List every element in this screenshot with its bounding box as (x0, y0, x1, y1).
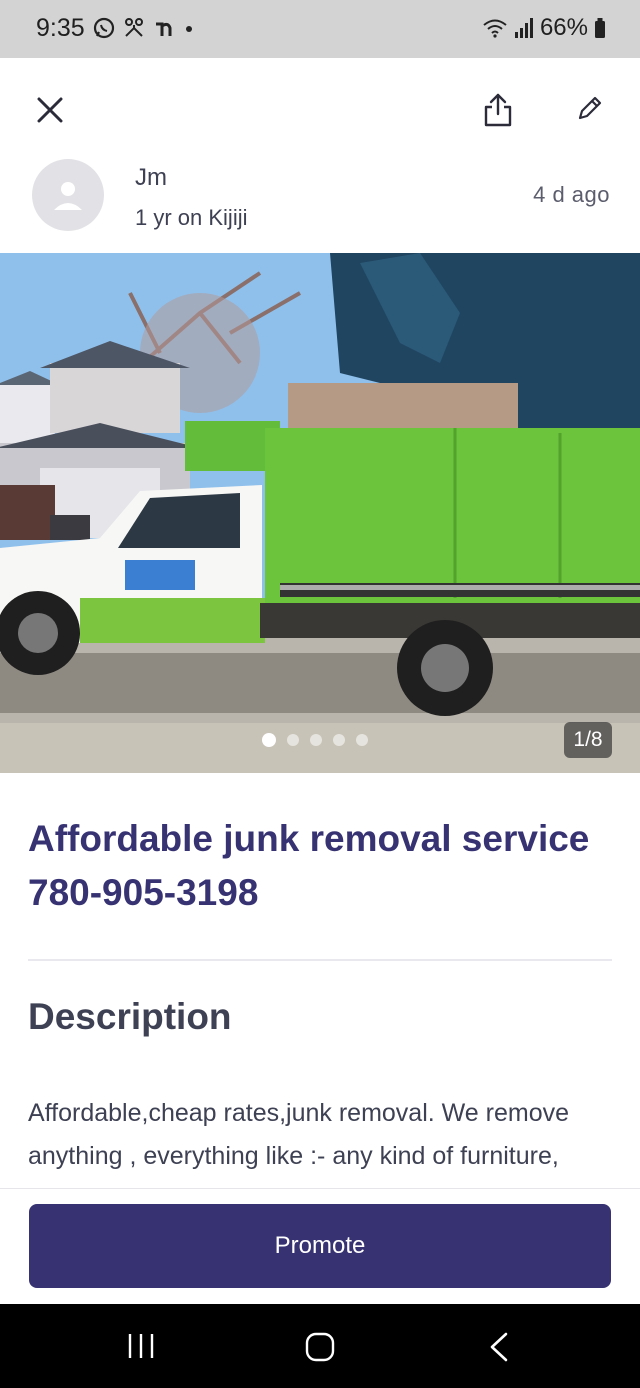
gallery-dots[interactable] (262, 733, 368, 747)
avatar[interactable] (32, 159, 104, 231)
status-icons-left (92, 16, 196, 40)
edit-icon (578, 96, 602, 120)
share-button[interactable] (474, 84, 522, 136)
gallery-dot[interactable] (356, 734, 368, 746)
notification-dot-icon (186, 26, 192, 32)
gallery-dot-active[interactable] (262, 733, 276, 747)
wifi-icon (483, 19, 507, 38)
promote-button[interactable]: Promote (29, 1204, 611, 1288)
app-icon (156, 22, 172, 36)
gallery-dot[interactable] (310, 734, 322, 746)
top-bar (0, 58, 640, 158)
posted-ago: 4 d ago (533, 182, 610, 207)
gallery-counter: 1/8 (564, 722, 612, 758)
whatsapp-icon (93, 17, 115, 39)
signal-icon (514, 18, 533, 38)
close-icon (37, 97, 63, 123)
seller-name[interactable]: Jm (135, 164, 167, 192)
listing-photo[interactable] (0, 253, 640, 773)
seller-row[interactable]: Jm 1 yr on Kijiji 4 d ago (0, 150, 640, 250)
system-nav-bar (0, 1304, 640, 1388)
network-icon (125, 18, 143, 37)
divider (28, 959, 612, 961)
status-bar: 9:35 66% (0, 0, 640, 58)
battery-icon (595, 18, 605, 38)
battery-percent: 66% (539, 14, 588, 41)
close-button[interactable] (26, 86, 74, 134)
description-heading: Description (28, 996, 232, 1037)
status-right: 66% (482, 14, 606, 42)
status-time: 9:35 (36, 14, 85, 42)
home-icon[interactable] (304, 1331, 336, 1363)
edit-button[interactable] (566, 84, 614, 132)
bottom-action-bar: Promote (0, 1188, 640, 1304)
seller-tenure: 1 yr on Kijiji (135, 205, 248, 230)
back-icon[interactable] (484, 1331, 514, 1363)
gallery-dot[interactable] (333, 734, 345, 746)
recent-apps-icon[interactable] (126, 1331, 156, 1361)
share-icon (484, 93, 512, 127)
description-text: Affordable,cheap rates,junk removal. We … (28, 1099, 570, 1190)
listing-title: Affordable junk removal service 780-905-… (28, 818, 590, 913)
user-icon (54, 182, 82, 210)
gallery-dot[interactable] (287, 734, 299, 746)
